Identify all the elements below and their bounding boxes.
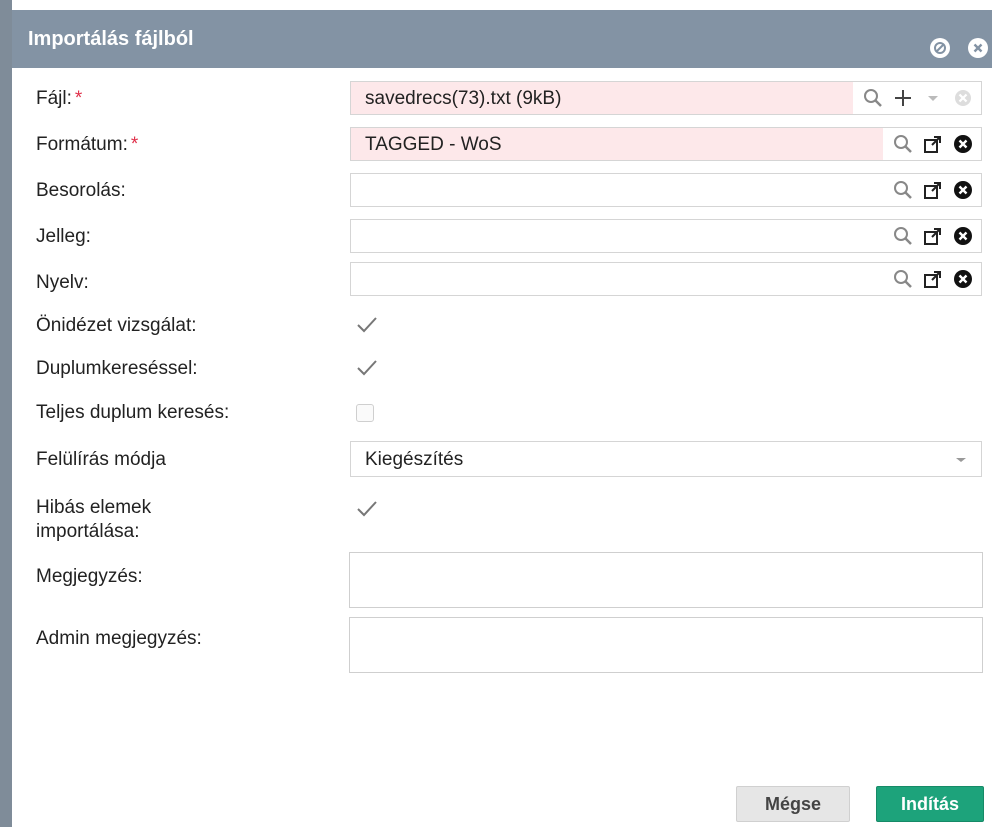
note-label: Megjegyzés:	[36, 566, 143, 587]
admin-note-textarea[interactable]	[349, 617, 983, 673]
cancel-button[interactable]: Mégse	[736, 786, 850, 822]
add-icon[interactable]	[893, 88, 913, 108]
import-faulty-checkbox[interactable]	[356, 500, 377, 517]
note-textarea[interactable]	[349, 552, 983, 608]
full-duplicate-search-label: Teljes duplum keresés:	[36, 402, 230, 423]
language-label: Nyelv:	[36, 272, 89, 293]
file-field[interactable]: savedrecs(73).txt (9kB)	[350, 81, 982, 115]
format-value: TAGGED - WoS	[365, 134, 502, 155]
file-value: savedrecs(73).txt (9kB)	[365, 88, 562, 109]
import-faulty-label: Hibás elemek importálása:	[36, 497, 152, 542]
required-mark: *	[130, 134, 139, 155]
clear-icon[interactable]	[953, 88, 973, 108]
classification-field[interactable]	[350, 173, 982, 207]
nature-label: Jelleg:	[36, 226, 91, 247]
duplicate-search-label: Duplumkereséssel:	[36, 358, 198, 379]
remove-icon[interactable]	[953, 226, 973, 246]
open-external-icon[interactable]	[923, 134, 943, 154]
self-citation-label: Önidézet vizsgálat:	[36, 315, 197, 336]
full-duplicate-search-checkbox[interactable]	[356, 404, 374, 422]
minimize-icon[interactable]	[930, 38, 950, 58]
open-external-icon[interactable]	[923, 269, 943, 289]
start-button[interactable]: Indítás	[876, 786, 984, 822]
close-icon[interactable]	[968, 38, 988, 58]
search-icon[interactable]	[893, 180, 913, 200]
chevron-down-icon[interactable]	[951, 449, 971, 469]
dialog-title: Importálás fájlból	[28, 28, 194, 50]
format-label: Formátum: *	[36, 134, 139, 155]
search-icon[interactable]	[893, 226, 913, 246]
language-field[interactable]	[350, 262, 982, 296]
admin-note-label: Admin megjegyzés:	[36, 628, 202, 649]
nature-field[interactable]	[350, 219, 982, 253]
dialog-titlebar: Importálás fájlból	[12, 10, 992, 68]
format-field[interactable]: TAGGED - WoS	[350, 127, 982, 161]
remove-icon[interactable]	[953, 269, 973, 289]
window-left-edge	[0, 0, 12, 827]
open-external-icon[interactable]	[923, 226, 943, 246]
remove-icon[interactable]	[953, 180, 973, 200]
remove-icon[interactable]	[953, 134, 973, 154]
file-label: Fájl: *	[36, 88, 83, 109]
overwrite-mode-label: Felülírás módja	[36, 449, 166, 470]
required-mark: *	[74, 88, 83, 109]
search-icon[interactable]	[893, 134, 913, 154]
duplicate-search-checkbox[interactable]	[356, 359, 377, 376]
self-citation-checkbox[interactable]	[356, 316, 377, 333]
chevron-down-icon[interactable]	[923, 88, 943, 108]
overwrite-mode-select[interactable]: Kiegészítés	[350, 441, 982, 477]
overwrite-mode-value: Kiegészítés	[365, 449, 464, 470]
classification-label: Besorolás:	[36, 180, 126, 201]
search-icon[interactable]	[893, 269, 913, 289]
open-external-icon[interactable]	[923, 180, 943, 200]
search-icon[interactable]	[863, 88, 883, 108]
